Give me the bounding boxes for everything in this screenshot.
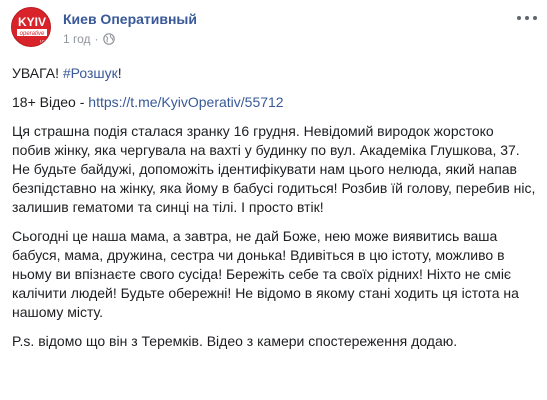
more-dot-icon bbox=[525, 16, 529, 20]
more-options-button[interactable] bbox=[517, 11, 537, 25]
more-dot-icon bbox=[517, 16, 521, 20]
page-name-link[interactable]: Киев Оперативный bbox=[63, 11, 197, 27]
logo-text: KYIV bbox=[18, 15, 46, 29]
alert-suffix: ! bbox=[117, 65, 122, 81]
telegram-link[interactable]: https://t.me/KyivOperativ/55712 bbox=[88, 94, 283, 110]
post-body: УВАГА! #Розшук! 18+ Відео - https://t.me… bbox=[12, 64, 536, 361]
alert-text: УВАГА! bbox=[12, 65, 63, 81]
meta-separator: · bbox=[94, 32, 99, 46]
more-dot-icon bbox=[533, 16, 537, 20]
post-line-alert: УВАГА! #Розшук! bbox=[12, 64, 536, 83]
logo-subtext: operative bbox=[20, 31, 45, 37]
hashtag-link[interactable]: #Розшук bbox=[63, 65, 118, 81]
post-header: KYIV operative ua Киев Оперативный 1 год… bbox=[11, 7, 541, 55]
post-paragraph-2: Не будьте байдужі, допоможіть ідентифіку… bbox=[12, 161, 536, 215]
post-paragraph-3: Сьогодні це наша мама, а завтра, не дай … bbox=[12, 228, 519, 320]
logo-suffix: ua bbox=[40, 39, 46, 45]
post-meta: 1 год · bbox=[63, 32, 115, 46]
kyiv-operative-logo: KYIV operative ua bbox=[12, 8, 50, 46]
post-time-link[interactable]: 1 год bbox=[63, 32, 91, 46]
post-paragraph-1: Ця страшна подія сталася зранку 16 грудн… bbox=[12, 123, 520, 158]
page-avatar[interactable]: KYIV operative ua bbox=[11, 7, 51, 47]
post-line-video: 18+ Відео - https://t.me/KyivOperativ/55… bbox=[12, 93, 536, 112]
post-paragraph-4: P.s. відомо що він з Теремків. Відео з к… bbox=[12, 333, 458, 349]
globe-icon[interactable] bbox=[102, 33, 115, 45]
video-label: 18+ Відео - bbox=[12, 94, 89, 110]
